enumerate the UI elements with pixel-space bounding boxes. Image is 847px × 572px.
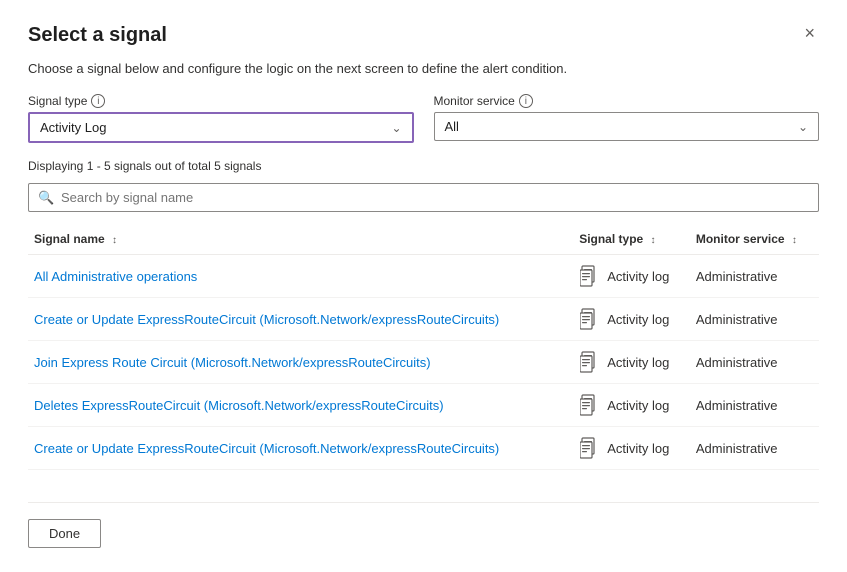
signal-type-cell: Activity log: [573, 255, 690, 298]
signal-name-cell: Join Express Route Circuit (Microsoft.Ne…: [28, 341, 573, 384]
sort-signal-name-icon[interactable]: ↕: [112, 235, 117, 246]
table-row: Create or Update ExpressRouteCircuit (Mi…: [28, 298, 819, 341]
search-wrapper: 🔍: [28, 183, 819, 212]
dialog-header: Select a signal ×: [28, 24, 819, 47]
activity-log-icon: [579, 393, 599, 417]
monitor-service-cell: Administrative: [690, 255, 819, 298]
signals-table: Signal name ↕ Signal type ↕ Monitor serv…: [28, 224, 819, 470]
header-signal-name: Signal name ↕: [28, 224, 573, 255]
dialog-footer: Done: [28, 502, 819, 548]
monitor-service-chevron-icon: ⌄: [798, 120, 808, 134]
signal-type-group: Signal type i Activity Log ⌄: [28, 94, 414, 143]
monitor-service-value: All: [445, 119, 459, 134]
header-signal-type: Signal type ↕: [573, 224, 690, 255]
activity-log-icon: [579, 436, 599, 460]
activity-log-icon: [579, 264, 599, 288]
signal-type-cell: Activity log: [573, 341, 690, 384]
search-icon: 🔍: [38, 190, 54, 206]
close-button[interactable]: ×: [800, 24, 819, 42]
displaying-count: Displaying 1 - 5 signals out of total 5 …: [28, 159, 819, 173]
signal-type-label: Signal type i: [28, 94, 414, 108]
search-input[interactable]: [28, 183, 819, 212]
signal-type-text: Activity log: [607, 269, 669, 284]
monitor-service-group: Monitor service i All ⌄: [434, 94, 820, 143]
monitor-service-cell: Administrative: [690, 298, 819, 341]
header-monitor-service: Monitor service ↕: [690, 224, 819, 255]
signal-type-chevron-icon: ⌄: [391, 121, 401, 135]
signal-type-info-icon: i: [91, 94, 105, 108]
signal-type-text: Activity log: [607, 398, 669, 413]
table-row: Create or Update ExpressRouteCircuit (Mi…: [28, 427, 819, 470]
signal-name-cell: Deletes ExpressRouteCircuit (Microsoft.N…: [28, 384, 573, 427]
signal-name-cell: All Administrative operations: [28, 255, 573, 298]
sort-signal-type-icon[interactable]: ↕: [651, 235, 656, 246]
monitor-service-cell: Administrative: [690, 341, 819, 384]
dialog-title: Select a signal: [28, 24, 167, 47]
activity-log-icon: [579, 307, 599, 331]
signal-type-value: Activity Log: [40, 120, 106, 135]
dialog-description: Choose a signal below and configure the …: [28, 61, 819, 76]
signals-table-container: Signal name ↕ Signal type ↕ Monitor serv…: [28, 224, 819, 470]
table-row: Deletes ExpressRouteCircuit (Microsoft.N…: [28, 384, 819, 427]
monitor-service-select[interactable]: All ⌄: [434, 112, 820, 141]
monitor-service-cell: Administrative: [690, 384, 819, 427]
done-button[interactable]: Done: [28, 519, 101, 548]
table-row: All Administrative operations Activity l…: [28, 255, 819, 298]
signal-type-text: Activity log: [607, 312, 669, 327]
signal-name-cell: Create or Update ExpressRouteCircuit (Mi…: [28, 298, 573, 341]
signal-name-link[interactable]: Create or Update ExpressRouteCircuit (Mi…: [34, 441, 499, 456]
sort-monitor-service-icon[interactable]: ↕: [792, 235, 797, 246]
signal-type-cell: Activity log: [573, 427, 690, 470]
signal-name-cell: Create or Update ExpressRouteCircuit (Mi…: [28, 427, 573, 470]
fields-row: Signal type i Activity Log ⌄ Monitor ser…: [28, 94, 819, 143]
signal-name-link[interactable]: Deletes ExpressRouteCircuit (Microsoft.N…: [34, 398, 444, 413]
signal-name-link[interactable]: Join Express Route Circuit (Microsoft.Ne…: [34, 355, 431, 370]
table-header-row: Signal name ↕ Signal type ↕ Monitor serv…: [28, 224, 819, 255]
signal-type-text: Activity log: [607, 441, 669, 456]
monitor-service-cell: Administrative: [690, 427, 819, 470]
signal-type-cell: Activity log: [573, 298, 690, 341]
signal-name-link[interactable]: All Administrative operations: [34, 269, 197, 284]
table-row: Join Express Route Circuit (Microsoft.Ne…: [28, 341, 819, 384]
signal-type-select[interactable]: Activity Log ⌄: [28, 112, 414, 143]
activity-log-icon: [579, 350, 599, 374]
monitor-service-info-icon: i: [519, 94, 533, 108]
signal-type-text: Activity log: [607, 355, 669, 370]
select-signal-dialog: Select a signal × Choose a signal below …: [0, 0, 847, 572]
signal-type-cell: Activity log: [573, 384, 690, 427]
monitor-service-label: Monitor service i: [434, 94, 820, 108]
signal-name-link[interactable]: Create or Update ExpressRouteCircuit (Mi…: [34, 312, 499, 327]
